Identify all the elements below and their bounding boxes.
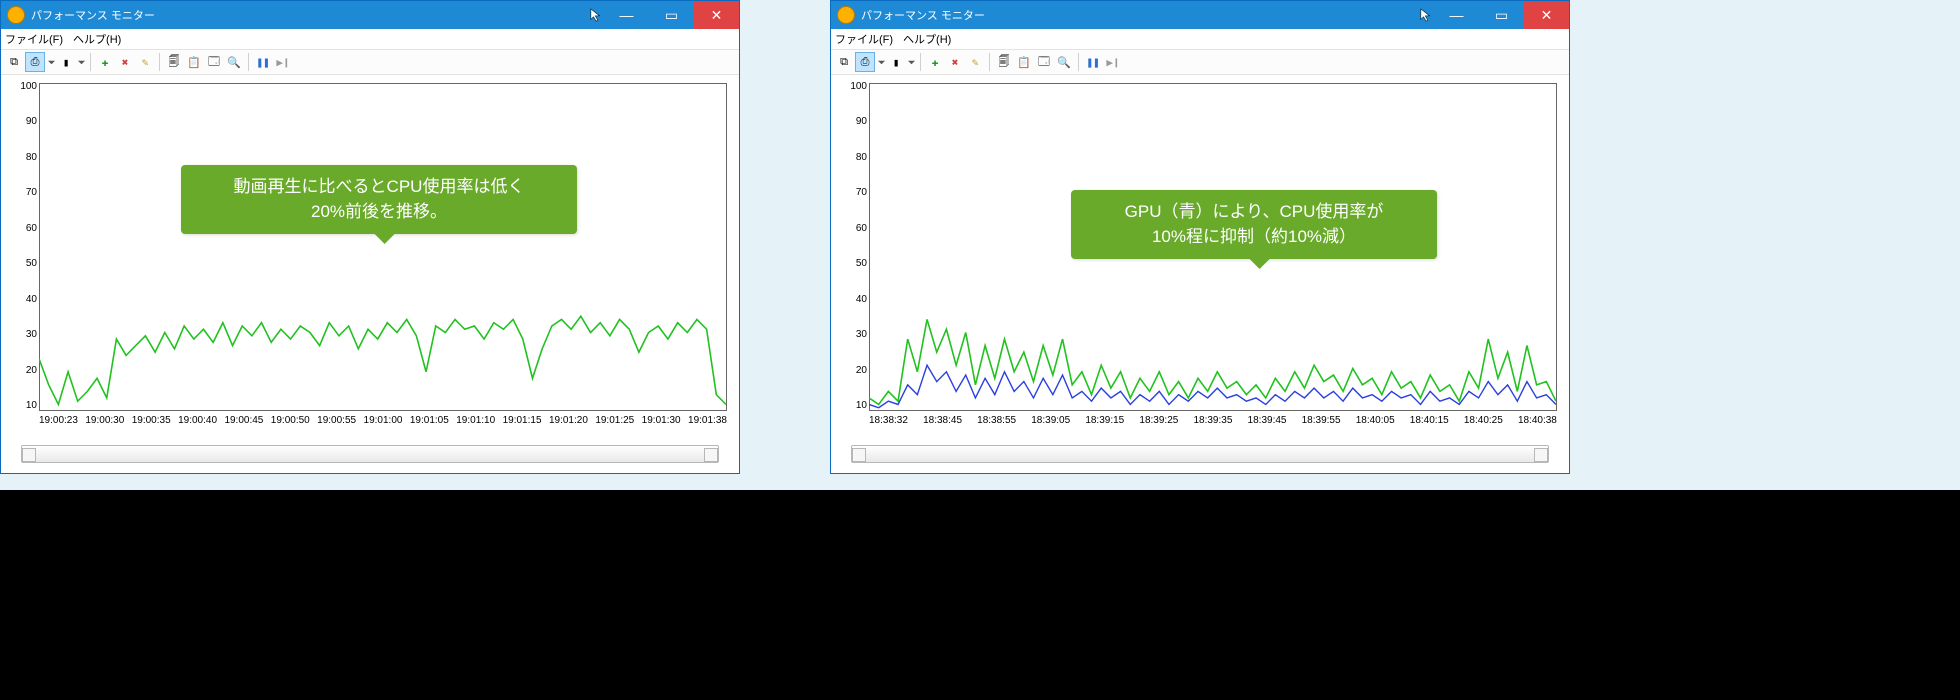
zoom-icon[interactable]: 🔍 [225,53,243,71]
pause-icon[interactable]: ❚❚ [254,53,272,71]
x-axis: 18:38:3218:38:4518:38:5518:39:0518:39:15… [869,415,1557,431]
options-icon[interactable]: 🗔 [1035,53,1053,71]
minimize-button[interactable]: — [604,1,649,29]
add-counter-icon[interactable]: ✚ [96,53,114,71]
delete-counter-icon[interactable]: ✖ [946,53,964,71]
view-type-icon[interactable]: ⎙ [855,52,875,72]
x-axis: 19:00:2319:00:3019:00:3519:00:4019:00:45… [39,415,727,431]
add-counter-icon[interactable]: ✚ [926,53,944,71]
highlight-icon[interactable]: ✎ [966,53,984,71]
minimize-button[interactable]: — [1434,1,1479,29]
copy-icon[interactable]: 🗐 [165,53,183,71]
separator [989,53,990,71]
app-icon [837,6,855,24]
annotation-callout: GPU（青）により、CPU使用率が10%程に抑制（約10%減） [1071,190,1437,259]
counter-group-icon[interactable]: ⧉ [835,53,853,71]
properties-icon[interactable]: ▮ [887,53,905,71]
paste-icon[interactable]: 📋 [1015,53,1033,71]
titlebar[interactable]: パフォーマンス モニター — ▭ ✕ [831,1,1569,29]
options-icon[interactable]: 🗔 [205,53,223,71]
separator [90,53,91,71]
menubar: ファイル(F) ヘルプ(H) [1,29,739,50]
close-button[interactable]: ✕ [1524,1,1569,29]
separator [159,53,160,71]
delete-counter-icon[interactable]: ✖ [116,53,134,71]
separator [920,53,921,71]
toolbar: ⧉ ⎙ ▮ ✚ ✖ ✎ 🗐 📋 🗔 🔍 ❚❚ ▶❙ [831,50,1569,75]
y-axis: 100908070605040302010 [841,81,867,411]
horizontal-scrollbar[interactable] [851,445,1549,463]
highlight-icon[interactable]: ✎ [136,53,154,71]
chart-area: 100908070605040302010 18:38:3218:38:4518… [831,75,1569,473]
step-icon[interactable]: ▶❙ [1104,53,1122,71]
background-black-band [0,490,1960,700]
horizontal-scrollbar[interactable] [21,445,719,463]
view-type-icon[interactable]: ⎙ [25,52,45,72]
zoom-icon[interactable]: 🔍 [1055,53,1073,71]
chart-area: 100908070605040302010 19:00:2319:00:3019… [1,75,739,473]
copy-icon[interactable]: 🗐 [995,53,1013,71]
separator [1078,53,1079,71]
perfmon-window-left: パフォーマンス モニター — ▭ ✕ ファイル(F) ヘルプ(H) ⧉ ⎙ ▮ … [0,0,740,474]
menu-help[interactable]: ヘルプ(H) [73,31,121,47]
step-icon[interactable]: ▶❙ [274,53,292,71]
chevron-down-icon[interactable] [878,59,885,66]
window-title: パフォーマンス モニター [861,7,1420,23]
chevron-down-icon[interactable] [48,59,55,66]
chevron-down-icon[interactable] [78,59,85,66]
cursor-icon [590,8,604,22]
menu-file[interactable]: ファイル(F) [5,31,63,47]
chevron-down-icon[interactable] [908,59,915,66]
paste-icon[interactable]: 📋 [185,53,203,71]
properties-icon[interactable]: ▮ [57,53,75,71]
titlebar[interactable]: パフォーマンス モニター — ▭ ✕ [1,1,739,29]
y-axis: 100908070605040302010 [11,81,37,411]
app-icon [7,6,25,24]
window-title: パフォーマンス モニター [31,7,590,23]
close-button[interactable]: ✕ [694,1,739,29]
maximize-button[interactable]: ▭ [1479,1,1524,29]
toolbar: ⧉ ⎙ ▮ ✚ ✖ ✎ 🗐 📋 🗔 🔍 ❚❚ ▶❙ [1,50,739,75]
separator [248,53,249,71]
menubar: ファイル(F) ヘルプ(H) [831,29,1569,50]
menu-file[interactable]: ファイル(F) [835,31,893,47]
menu-help[interactable]: ヘルプ(H) [903,31,951,47]
series-gpu [869,365,1556,408]
series-cpu [39,316,726,404]
perfmon-window-right: パフォーマンス モニター — ▭ ✕ ファイル(F) ヘルプ(H) ⧉ ⎙ ▮ … [830,0,1570,474]
maximize-button[interactable]: ▭ [649,1,694,29]
annotation-callout: 動画再生に比べるとCPU使用率は低く20%前後を推移。 [181,165,577,234]
counter-group-icon[interactable]: ⧉ [5,53,23,71]
cursor-icon [1420,8,1434,22]
pause-icon[interactable]: ❚❚ [1084,53,1102,71]
